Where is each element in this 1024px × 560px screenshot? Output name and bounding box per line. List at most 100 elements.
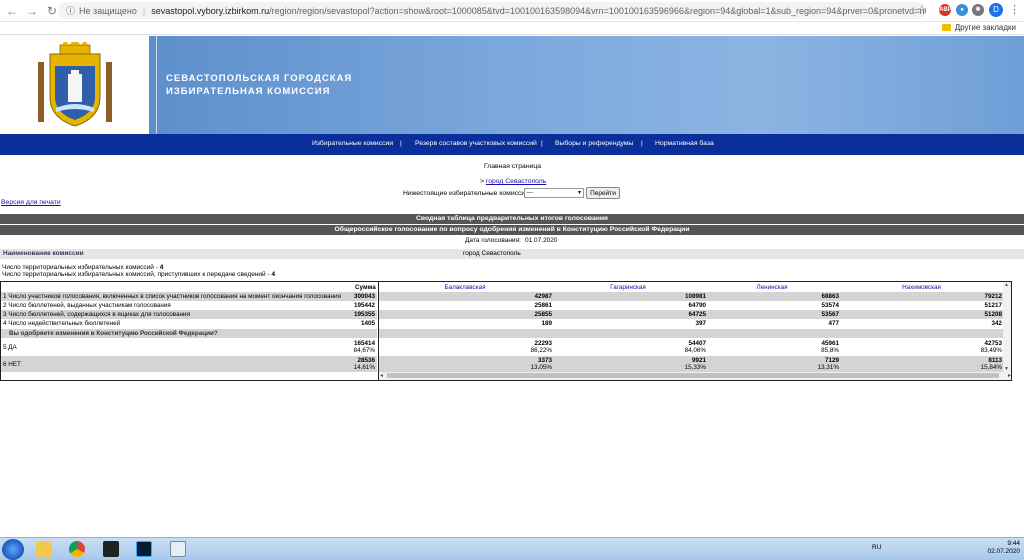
table-row: 3 Число бюллетеней, содержащихся в ящика… bbox=[1, 310, 377, 319]
cell: 64725 bbox=[688, 311, 706, 318]
scroll-up-icon[interactable]: ▲ bbox=[1004, 282, 1009, 288]
district-link-balaklava[interactable]: Балаклавская bbox=[379, 283, 551, 292]
row-sum: 300043 bbox=[353, 293, 375, 300]
horizontal-scrollbar[interactable]: ◂ ▸ bbox=[379, 372, 1011, 380]
cell: 64790 bbox=[688, 302, 706, 309]
site-banner: СЕВАСТОПОЛЬСКАЯ ГОРОДСКАЯ ИЗБИРАТЕЛЬНАЯ … bbox=[0, 36, 1024, 134]
row-label: 2 Число бюллетеней, выданных участникам … bbox=[3, 302, 171, 309]
banner-logo-area bbox=[0, 36, 149, 134]
select-value: --- bbox=[527, 190, 533, 196]
breadcrumb-arrow: > bbox=[480, 178, 484, 185]
clock[interactable]: 9:44 02.07.2020 bbox=[987, 540, 1020, 556]
no-sum-pct: 14,61% bbox=[353, 364, 375, 371]
scroll-left-icon[interactable]: ◂ bbox=[380, 372, 383, 380]
cell-pct: 15,33% bbox=[684, 364, 706, 371]
profile-avatar[interactable]: D bbox=[989, 3, 1003, 17]
lower-commissions-select[interactable]: --- ▾ bbox=[524, 188, 584, 198]
nav-item-normative[interactable]: Нормативная база bbox=[655, 140, 714, 147]
cell: 25855 bbox=[534, 311, 552, 318]
scroll-right-icon[interactable]: ▸ bbox=[1008, 372, 1011, 380]
nav-item-commissions[interactable]: Избирательные комиссии bbox=[312, 140, 393, 147]
cell: 342 bbox=[991, 320, 1002, 327]
cell: 42987 bbox=[534, 293, 552, 300]
cell: 51217 bbox=[984, 302, 1002, 309]
district-link-nakhimov[interactable]: Нахимовская bbox=[839, 283, 1004, 292]
question-row-fill bbox=[379, 329, 1004, 338]
chevron-down-icon: ▾ bbox=[577, 190, 581, 196]
chrome-icon[interactable] bbox=[69, 541, 85, 557]
nav-item-elections[interactable]: Выборы и референдумы bbox=[555, 140, 633, 147]
tik-count-label: Число территориальных избирательных коми… bbox=[2, 264, 158, 271]
bookmark-star-icon[interactable]: ☆ bbox=[917, 3, 927, 16]
tik-count: Число территориальных избирательных коми… bbox=[2, 264, 163, 271]
coat-of-arms-icon bbox=[38, 42, 112, 127]
clock-date: 02.07.2020 bbox=[987, 548, 1020, 555]
results-labels-table: Сумма 1 Число участников голосования, вк… bbox=[0, 281, 379, 381]
bookmarks-bar: Другие закладки bbox=[0, 22, 1024, 35]
nav-item-reserve[interactable]: Резерв составов участковых комиссий bbox=[415, 140, 537, 147]
table-row: 189 397 477 342 bbox=[379, 319, 1004, 328]
other-bookmarks-label: Другие закладки bbox=[954, 23, 1016, 32]
table-row: 4 Число недействительных бюллетеней 1405 bbox=[1, 319, 377, 328]
results-districts-table: Балаклавская Гагаринская Ленинская Нахим… bbox=[379, 281, 1012, 381]
info-icon[interactable]: ⓘ bbox=[66, 4, 75, 17]
vertical-scrollbar[interactable]: ▲ ▼ bbox=[1003, 282, 1011, 372]
cell: 397 bbox=[695, 320, 706, 327]
yes-row: 5 ДА 165414 84,67% bbox=[1, 339, 377, 355]
tik-reporting: Число территориальных избирательных коми… bbox=[2, 271, 275, 278]
district-link-gagarin[interactable]: Гагаринская bbox=[551, 283, 705, 292]
file-explorer-icon[interactable] bbox=[36, 541, 52, 557]
scroll-thumb[interactable] bbox=[387, 373, 999, 378]
cell: 79212 bbox=[984, 293, 1002, 300]
yes-label: 5 ДА bbox=[3, 344, 17, 351]
app-icon[interactable] bbox=[103, 541, 119, 557]
site-title-line-2: ИЗБИРАТЕЛЬНАЯ КОМИССИЯ bbox=[166, 86, 331, 97]
nav-separator: | bbox=[400, 140, 402, 147]
cell: 53574 bbox=[821, 302, 839, 309]
address-bar[interactable]: ⓘ Не защищено | sevastopol.vybory.izbirk… bbox=[58, 2, 926, 19]
summary-title: Сводная таблица предварительных итогов г… bbox=[0, 214, 1024, 224]
cell: 51208 bbox=[984, 311, 1002, 318]
row-label: 1 Число участников голосования, включенн… bbox=[3, 293, 341, 300]
forward-icon[interactable]: → bbox=[24, 3, 40, 19]
site-title: СЕВАСТОПОЛЬСКАЯ ГОРОДСКАЯ ИЗБИРАТЕЛЬНАЯ … bbox=[166, 72, 352, 98]
cell: 68863 bbox=[821, 293, 839, 300]
url-path: /region/region/sevastopol?action=show&ro… bbox=[269, 5, 926, 16]
home-link[interactable]: Главная страница bbox=[484, 163, 541, 170]
language-indicator[interactable]: RU bbox=[872, 544, 881, 551]
nav-separator: | bbox=[641, 140, 643, 147]
commission-name-row: Наименование комиссии город Севастополь bbox=[0, 249, 1024, 259]
document-icon[interactable] bbox=[170, 541, 186, 557]
cell: 189 bbox=[541, 320, 552, 327]
print-version-link[interactable]: Версия для печати bbox=[1, 199, 61, 206]
district-link-lenin[interactable]: Ленинская bbox=[705, 283, 839, 292]
go-button[interactable]: Перейти bbox=[586, 187, 620, 199]
browser-menu-icon[interactable]: ⋮ bbox=[1009, 3, 1020, 16]
lower-commissions-label: Нижестоящие избирательные комиссии: bbox=[403, 190, 531, 197]
adblock-extension-icon[interactable]: ABP bbox=[939, 4, 952, 16]
row-sum: 1405 bbox=[360, 320, 375, 327]
district-header-row: Балаклавская Гагаринская Ленинская Нахим… bbox=[379, 283, 1004, 292]
table-row: 2 Число бюллетеней, выданных участникам … bbox=[1, 301, 377, 310]
no-row: 3373 13,05% 9921 15,33% 7129 13,31% 8113… bbox=[379, 356, 1004, 372]
other-bookmarks[interactable]: Другие закладки bbox=[941, 23, 1016, 32]
puzzle-extensions-icon[interactable]: ✱ bbox=[972, 4, 984, 16]
cell: 477 bbox=[828, 320, 839, 327]
extension-icon[interactable]: ● bbox=[956, 4, 968, 16]
row-sum: 195355 bbox=[353, 311, 375, 318]
row-label: 3 Число бюллетеней, содержащихся в ящика… bbox=[3, 311, 190, 318]
security-label: Не защищено bbox=[79, 5, 137, 16]
tik-reporting-label: Число территориальных избирательных коми… bbox=[2, 271, 270, 278]
start-button[interactable] bbox=[2, 539, 24, 560]
cell-pct: 13,31% bbox=[817, 364, 839, 371]
folder-icon bbox=[941, 24, 951, 31]
yes-sum-pct: 84,67% bbox=[353, 347, 375, 354]
breadcrumb-city-link[interactable]: город Севастополь bbox=[486, 178, 546, 185]
omnibox-divider: | bbox=[142, 5, 146, 16]
photoshop-icon[interactable] bbox=[136, 541, 152, 557]
back-icon[interactable]: ← bbox=[4, 3, 20, 19]
tik-count-value: 4 bbox=[159, 264, 164, 271]
date-label: Дата голосования: bbox=[465, 237, 521, 244]
question-row: Вы одобряете изменения в Конституцию Рос… bbox=[1, 329, 377, 338]
no-label: 6 НЕТ bbox=[3, 361, 21, 368]
